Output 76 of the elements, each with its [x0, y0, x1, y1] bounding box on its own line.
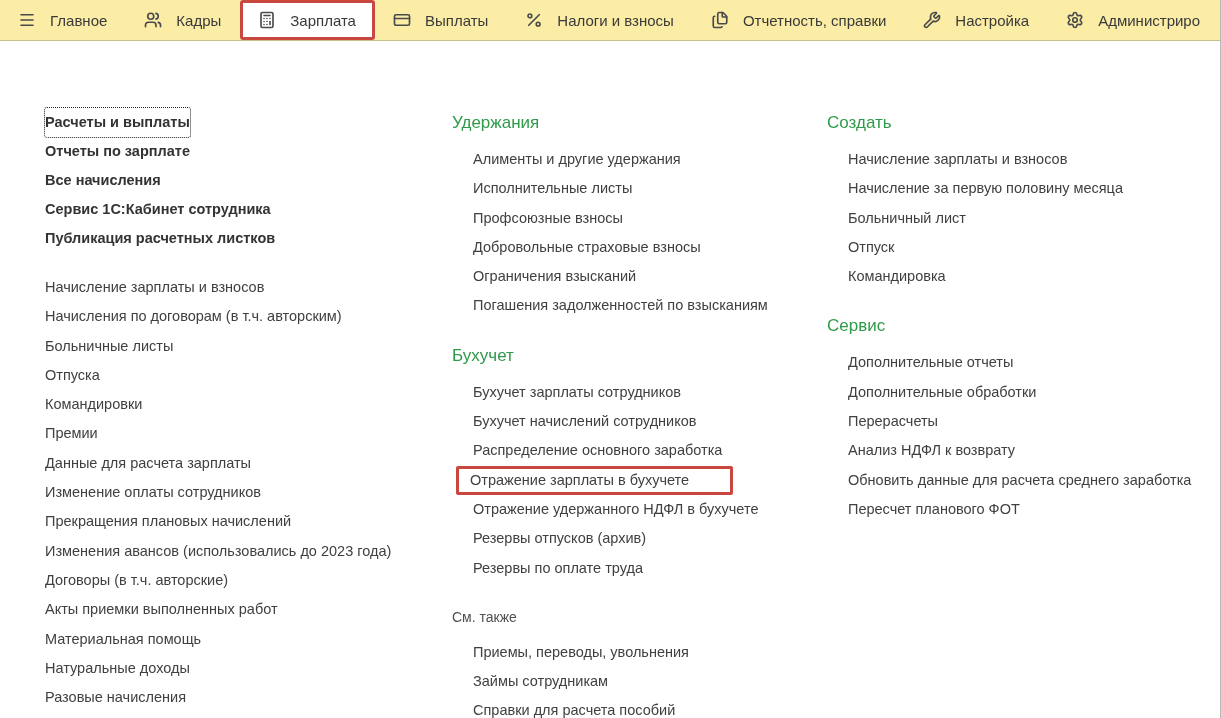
- menu-link[interactable]: Профсоюзные взносы: [473, 203, 623, 233]
- menu-link[interactable]: Данные для расчета зарплаты: [45, 448, 252, 479]
- nav-tab[interactable]: Настройка: [905, 0, 1049, 40]
- menu-link[interactable]: Отражение зарплаты в бухучете: [456, 465, 734, 495]
- nav-label: Отчетность, справки: [742, 11, 887, 29]
- documents-icon: [710, 11, 729, 29]
- menu-link[interactable]: Разовые начисления: [45, 683, 186, 713]
- menu-link[interactable]: Командировки: [45, 390, 143, 420]
- menu-link[interactable]: Премии: [45, 419, 98, 449]
- menu-link[interactable]: Пересчет планового ФОТ: [848, 494, 1020, 525]
- menu-link[interactable]: Займы сотрудникам: [473, 667, 609, 697]
- menu-link[interactable]: Натуральные доходы: [45, 653, 190, 684]
- nav-tab[interactable]: Налоги и взносы: [507, 0, 693, 40]
- menu-link[interactable]: Акты приемки выполненных работ: [45, 595, 278, 625]
- nav-tab[interactable]: Зарплата: [240, 0, 375, 40]
- menu-link[interactable]: Исполнительные листы: [473, 174, 633, 204]
- nav-label: Администриро: [1098, 11, 1201, 29]
- menu-link[interactable]: Отпуска: [45, 360, 100, 391]
- nav-tab[interactable]: Главное: [0, 0, 127, 40]
- menu-link[interactable]: Начисления по договорам (в т.ч. авторским): [45, 302, 342, 332]
- menu-link[interactable]: Отчеты по зарплате: [45, 137, 190, 166]
- menu-link[interactable]: Отпуск: [848, 232, 895, 263]
- nav-label: Налоги и взносы: [557, 11, 674, 29]
- percent-icon: [525, 11, 544, 29]
- calculator-icon: [258, 11, 277, 29]
- menu-link[interactable]: Начисление за первую половину месяца: [848, 174, 1123, 204]
- menu-link[interactable]: Публикация расчетных листков: [45, 224, 276, 253]
- menu-link[interactable]: Договоры (в т.ч. авторские): [45, 565, 229, 596]
- menu-link[interactable]: Резервы отпусков (архив): [473, 524, 647, 554]
- nav-tab[interactable]: Отчетность, справки: [692, 0, 906, 40]
- menu-link[interactable]: Прекращения плановых начислений: [45, 507, 292, 537]
- menu-link[interactable]: Материальная помощь: [45, 624, 202, 654]
- card-icon: [392, 11, 411, 29]
- nav-label: Главное: [50, 11, 108, 29]
- menu-link[interactable]: Сервис 1С:Кабинет сотрудника: [45, 195, 271, 224]
- menu-link[interactable]: Отражение удержанного НДФЛ в бухучете: [473, 494, 759, 525]
- menu-link[interactable]: Изменения авансов (использовались до 2023 года): [45, 536, 392, 566]
- menu-link[interactable]: Начисление зарплаты и взносов: [848, 145, 1068, 175]
- menu-link[interactable]: Изменение оплаты сотрудников: [45, 478, 261, 508]
- menu-link[interactable]: Распределение основного заработка: [473, 436, 723, 466]
- section-title: Сервис: [827, 315, 886, 338]
- nav-label: Настройка: [955, 11, 1030, 29]
- menu-link[interactable]: Расчеты и выплаты: [45, 108, 190, 137]
- menu-link[interactable]: Бухучет зарплаты сотрудников: [473, 377, 681, 408]
- menu-link[interactable]: Справки для расчета пособий: [473, 696, 676, 718]
- menu-link[interactable]: Добровольные страховые взносы: [473, 232, 701, 263]
- nav-tab[interactable]: Выплаты: [374, 0, 508, 40]
- users-icon: [144, 11, 163, 29]
- menu-link[interactable]: Алименты и другие удержания: [473, 145, 681, 175]
- menu-link[interactable]: Резервы по оплате труда: [473, 553, 644, 583]
- wrench-icon: [923, 11, 942, 29]
- menu-icon: [18, 11, 36, 29]
- nav-tab[interactable]: Администриро: [1048, 0, 1220, 40]
- section-title: Удержания: [452, 112, 540, 134]
- menu-link[interactable]: Больничный лист: [848, 203, 966, 233]
- menu-link[interactable]: Дополнительные обработки: [848, 377, 1037, 408]
- settings-icon: [1066, 11, 1085, 29]
- nav-tab[interactable]: Кадры: [126, 0, 241, 40]
- nav-label: Выплаты: [424, 11, 489, 29]
- section-title: Создать: [827, 112, 892, 134]
- menu-link[interactable]: Приемы, переводы, увольнения: [473, 637, 689, 668]
- section-title: Бухучет: [452, 344, 514, 367]
- menu-link[interactable]: Ограничения взысканий: [473, 262, 637, 292]
- nav-label: Зарплата: [290, 11, 356, 29]
- menu-link[interactable]: Обновить данные для расчета среднего заработка: [848, 465, 1192, 495]
- section-title: См. также: [452, 607, 517, 627]
- menu-link[interactable]: Погашения задолженностей по взысканиям: [473, 291, 768, 321]
- menu-link[interactable]: Бухучет начислений сотрудников: [473, 407, 697, 437]
- menu-link[interactable]: Анализ НДФЛ к возврату: [848, 436, 1016, 466]
- menu-link[interactable]: Перерасчеты: [848, 407, 939, 437]
- menu-link[interactable]: Все начисления: [45, 166, 161, 195]
- menu-link[interactable]: Дополнительные отчеты: [848, 348, 1014, 378]
- menu-link[interactable]: Командировка: [848, 262, 946, 292]
- menu-link[interactable]: Начисление зарплаты и взносов: [45, 273, 265, 303]
- menu-link[interactable]: Больничные листы: [45, 331, 174, 361]
- nav-label: Кадры: [176, 11, 222, 29]
